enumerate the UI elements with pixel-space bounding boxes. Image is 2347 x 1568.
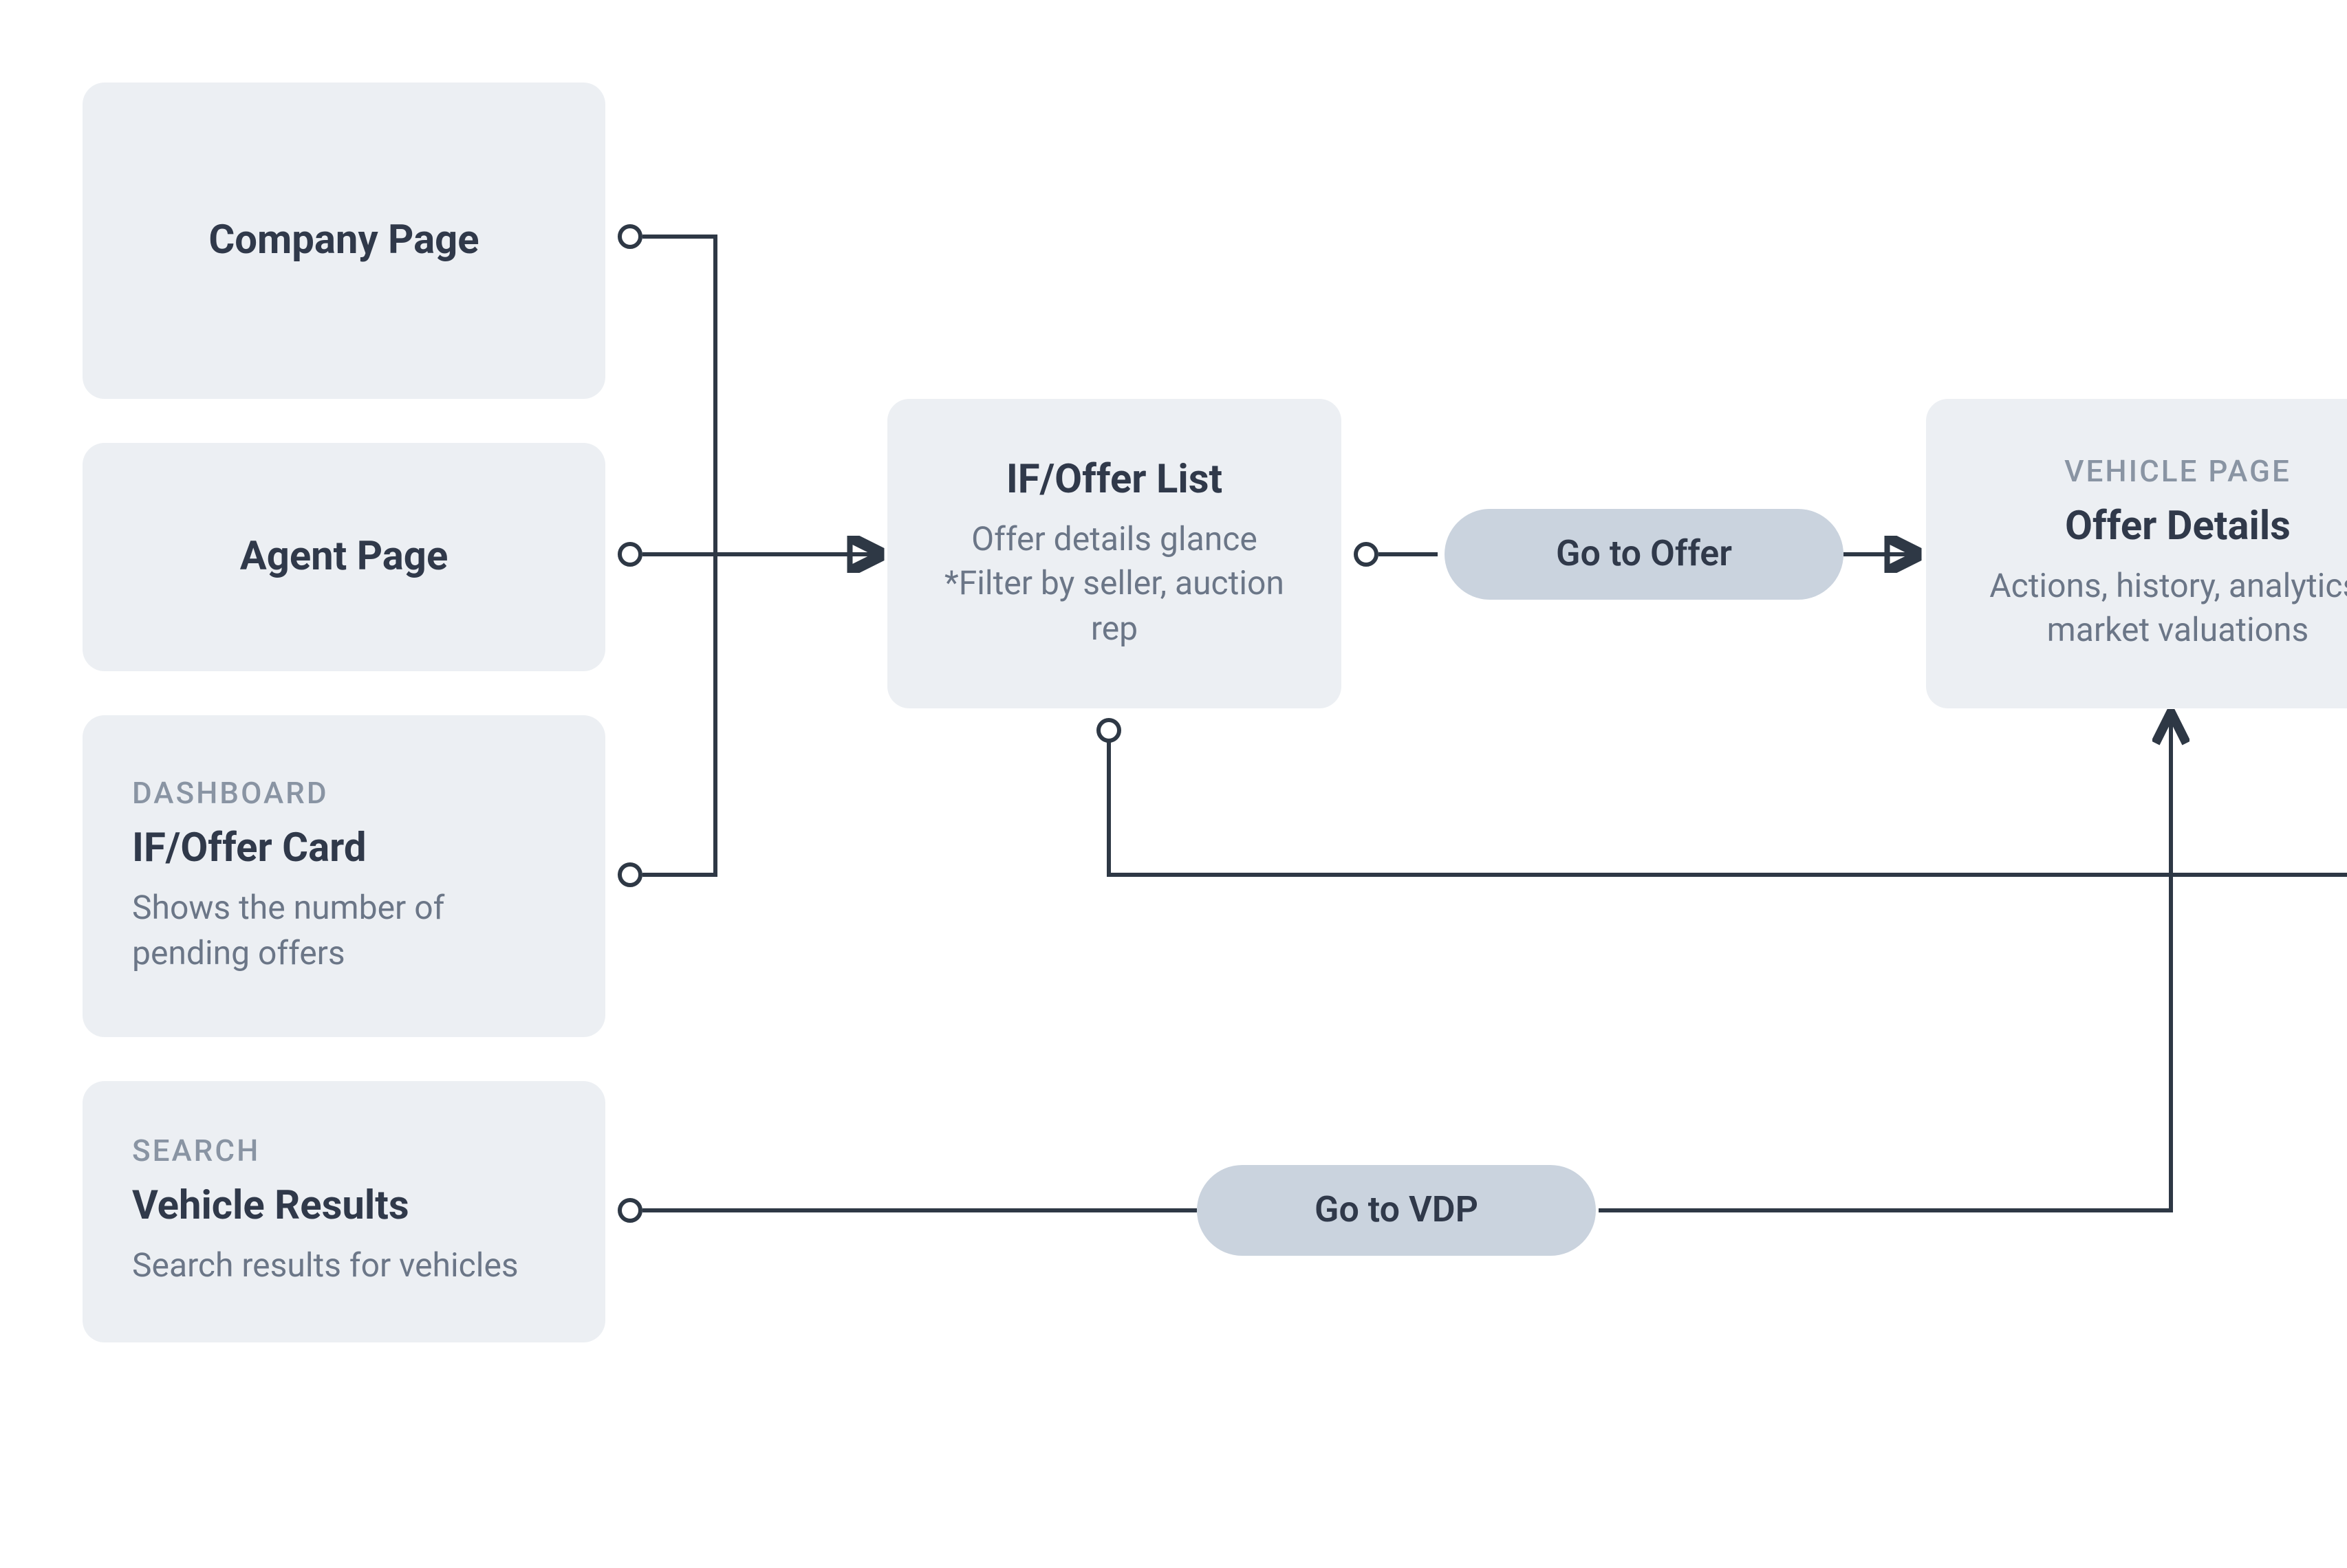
node-desc: Search results for vehicles bbox=[132, 1244, 556, 1289]
node-company-page: Company Page bbox=[83, 83, 605, 399]
port-out bbox=[618, 542, 642, 567]
pill-label: Go to Offer bbox=[1556, 534, 1732, 575]
node-desc: Offer details glance *Filter by seller, … bbox=[937, 517, 1292, 651]
node-offer-list: IF/Offer List Offer details glance *Filt… bbox=[887, 399, 1341, 708]
node-title: IF/Offer Card bbox=[132, 825, 556, 872]
node-vehicle-offer-details: VEHICLE PAGE Offer Details Actions, hist… bbox=[1926, 399, 2347, 708]
pill-go-to-offer[interactable]: Go to Offer bbox=[1445, 509, 1843, 600]
node-title: Agent Page bbox=[240, 534, 448, 580]
node-title: Vehicle Results bbox=[132, 1184, 556, 1230]
node-desc: Shows the number of pending offers bbox=[132, 886, 556, 975]
port-in-bottom bbox=[1096, 718, 1121, 743]
node-title: Offer Details bbox=[2065, 503, 2291, 549]
node-dashboard-offer-card: DASHBOARD IF/Offer Card Shows the number… bbox=[83, 715, 605, 1037]
pill-label: Go to VDP bbox=[1315, 1190, 1478, 1231]
node-eyebrow: DASHBOARD bbox=[132, 777, 556, 812]
port-out bbox=[618, 862, 642, 887]
node-eyebrow: SEARCH bbox=[132, 1135, 556, 1170]
port-out bbox=[618, 224, 642, 249]
node-title: IF/Offer List bbox=[1006, 457, 1222, 503]
node-eyebrow: VEHICLE PAGE bbox=[2064, 455, 2291, 489]
node-search-vehicle-results: SEARCH Vehicle Results Search results fo… bbox=[83, 1081, 605, 1342]
port-out bbox=[1354, 542, 1378, 567]
port-out bbox=[618, 1198, 642, 1223]
node-desc: Actions, history, analytics, market valu… bbox=[1976, 563, 2347, 653]
node-title: Company Page bbox=[208, 217, 479, 264]
pill-go-to-vdp[interactable]: Go to VDP bbox=[1197, 1165, 1596, 1256]
node-agent-page: Agent Page bbox=[83, 443, 605, 671]
